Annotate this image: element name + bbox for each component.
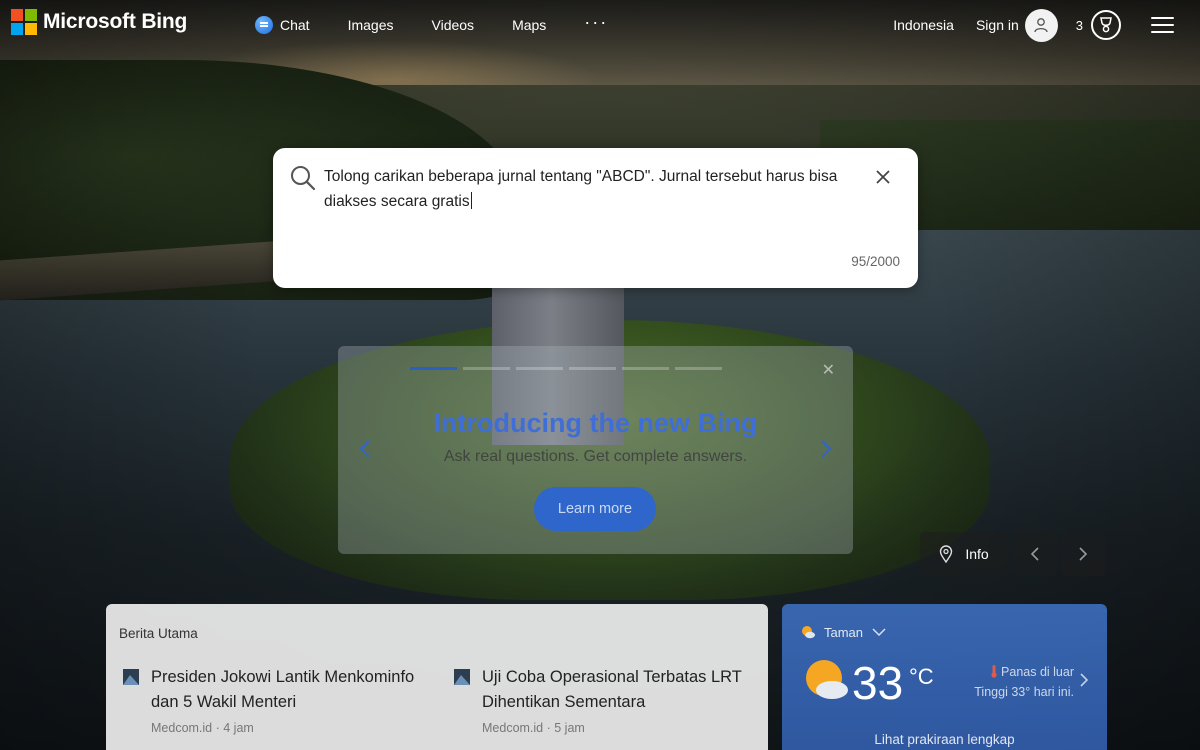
previous-image-button[interactable] — [1013, 532, 1057, 576]
chevron-left-icon — [1030, 547, 1039, 561]
chevron-right-icon[interactable] — [1079, 672, 1089, 688]
search-input-text: Tolong carikan beberapa jurnal tentang "… — [324, 168, 838, 210]
trophy-glyph — [1100, 17, 1112, 33]
nav-chat-label: Chat — [280, 17, 310, 33]
weather-alert[interactable]: Panas di luar Tinggi 33° hari ini. — [962, 662, 1074, 702]
nav-images-label: Images — [347, 17, 394, 33]
learn-more-button[interactable]: Learn more — [534, 487, 656, 531]
weather-location-label: Taman — [824, 624, 864, 640]
news-thumbnail-icon — [454, 669, 470, 685]
region-selector[interactable]: Indonesia — [893, 17, 954, 33]
promo-indicator-3[interactable] — [516, 367, 563, 370]
search-box[interactable]: Tolong carikan beberapa jurnal tentang "… — [273, 148, 918, 288]
text-caret — [470, 192, 472, 209]
weather-alert-line2: Tinggi 33° hari ini. — [974, 685, 1074, 699]
chat-icon — [255, 16, 273, 34]
more-dots-icon: ··· — [584, 11, 609, 32]
logo-square-blue — [11, 23, 23, 35]
promo-indicator-5[interactable] — [622, 367, 669, 370]
location-pin-icon — [940, 545, 953, 563]
microsoft-logo-icon — [11, 9, 37, 35]
logo-square-yellow — [25, 23, 37, 35]
nav-images[interactable]: Images — [348, 17, 394, 33]
promo-indicator-4[interactable] — [569, 367, 616, 370]
user-icon — [1034, 18, 1048, 33]
news-title[interactable]: Presiden Jokowi Lantik Menkominfo dan 5 … — [151, 665, 416, 715]
weather-location[interactable]: Taman — [800, 624, 887, 640]
promo-indicator-2[interactable] — [463, 367, 510, 370]
nav-chat[interactable]: Chat — [255, 16, 310, 34]
logo-text: Microsoft Bing — [43, 10, 188, 33]
chevron-right-icon — [1079, 547, 1088, 561]
promo-card: ✕ Introducing the new Bing Ask real ques… — [338, 346, 853, 554]
news-source: Medcom.id · 4 jam — [151, 721, 254, 735]
bing-logo[interactable]: Microsoft Bing — [11, 9, 187, 35]
nav-maps[interactable]: Maps — [512, 17, 546, 33]
weather-sun-cloud-icon — [806, 660, 848, 699]
rewards-trophy-icon[interactable] — [1091, 10, 1121, 40]
partly-sunny-icon — [802, 626, 815, 639]
nav-more[interactable]: ··· — [584, 12, 608, 33]
chevron-right-icon[interactable] — [819, 438, 833, 460]
weather-panel: Taman 33 °C Panas di luar Tinggi 33° har… — [782, 604, 1107, 750]
news-source: Medcom.id · 5 jam — [482, 721, 585, 735]
nav-videos-label: Videos — [431, 17, 475, 33]
promo-title: Introducing the new Bing — [433, 408, 758, 438]
image-info-label: Info — [965, 546, 989, 562]
news-title[interactable]: Uji Coba Operasional Terbatas LRT Dihent… — [482, 665, 747, 715]
signin-link[interactable]: Sign in — [976, 17, 1019, 33]
main-nav: Chat Images Videos Maps ··· — [255, 0, 646, 50]
character-counter: 95/2000 — [851, 254, 900, 269]
news-heading: Berita Utama — [119, 626, 198, 641]
promo-carousel-indicators — [410, 367, 722, 370]
promo-indicator-6[interactable] — [675, 367, 722, 370]
logo-square-green — [25, 9, 37, 21]
logo-square-red — [11, 9, 23, 21]
thermometer-icon — [990, 665, 997, 678]
promo-close-icon[interactable]: ✕ — [822, 360, 835, 380]
weather-alert-text: Panas di luar — [1001, 665, 1074, 679]
search-icon[interactable] — [290, 165, 316, 191]
nav-videos[interactable]: Videos — [432, 17, 475, 33]
close-icon[interactable] — [874, 168, 892, 186]
temperature-unit[interactable]: °C — [909, 664, 934, 690]
menu-hamburger-icon[interactable] — [1151, 17, 1174, 34]
temperature-value: 33 — [852, 657, 904, 709]
weather-alert-line1: Panas di luar — [962, 662, 1074, 682]
promo-indicator-1[interactable] — [410, 367, 457, 370]
next-image-button[interactable] — [1061, 532, 1105, 576]
header-right: Indonesia Sign in 3 — [893, 0, 1200, 50]
avatar[interactable] — [1024, 8, 1058, 42]
rewards-count: 3 — [1075, 17, 1083, 33]
nav-maps-label: Maps — [512, 17, 547, 33]
news-thumbnail-icon — [123, 669, 139, 685]
top-news-panel: Berita Utama Presiden Jokowi Lantik Menk… — [106, 604, 768, 750]
search-input[interactable]: Tolong carikan beberapa jurnal tentang "… — [324, 164, 864, 214]
full-forecast-link[interactable]: Lihat prakiraan lengkap — [782, 732, 1107, 747]
chevron-down-icon — [872, 628, 886, 637]
top-bar: Microsoft Bing Chat Images Videos Maps ·… — [0, 0, 1200, 50]
image-info-button[interactable]: Info — [920, 532, 1008, 576]
promo-subtitle: Ask real questions. Get complete answers… — [443, 448, 748, 465]
